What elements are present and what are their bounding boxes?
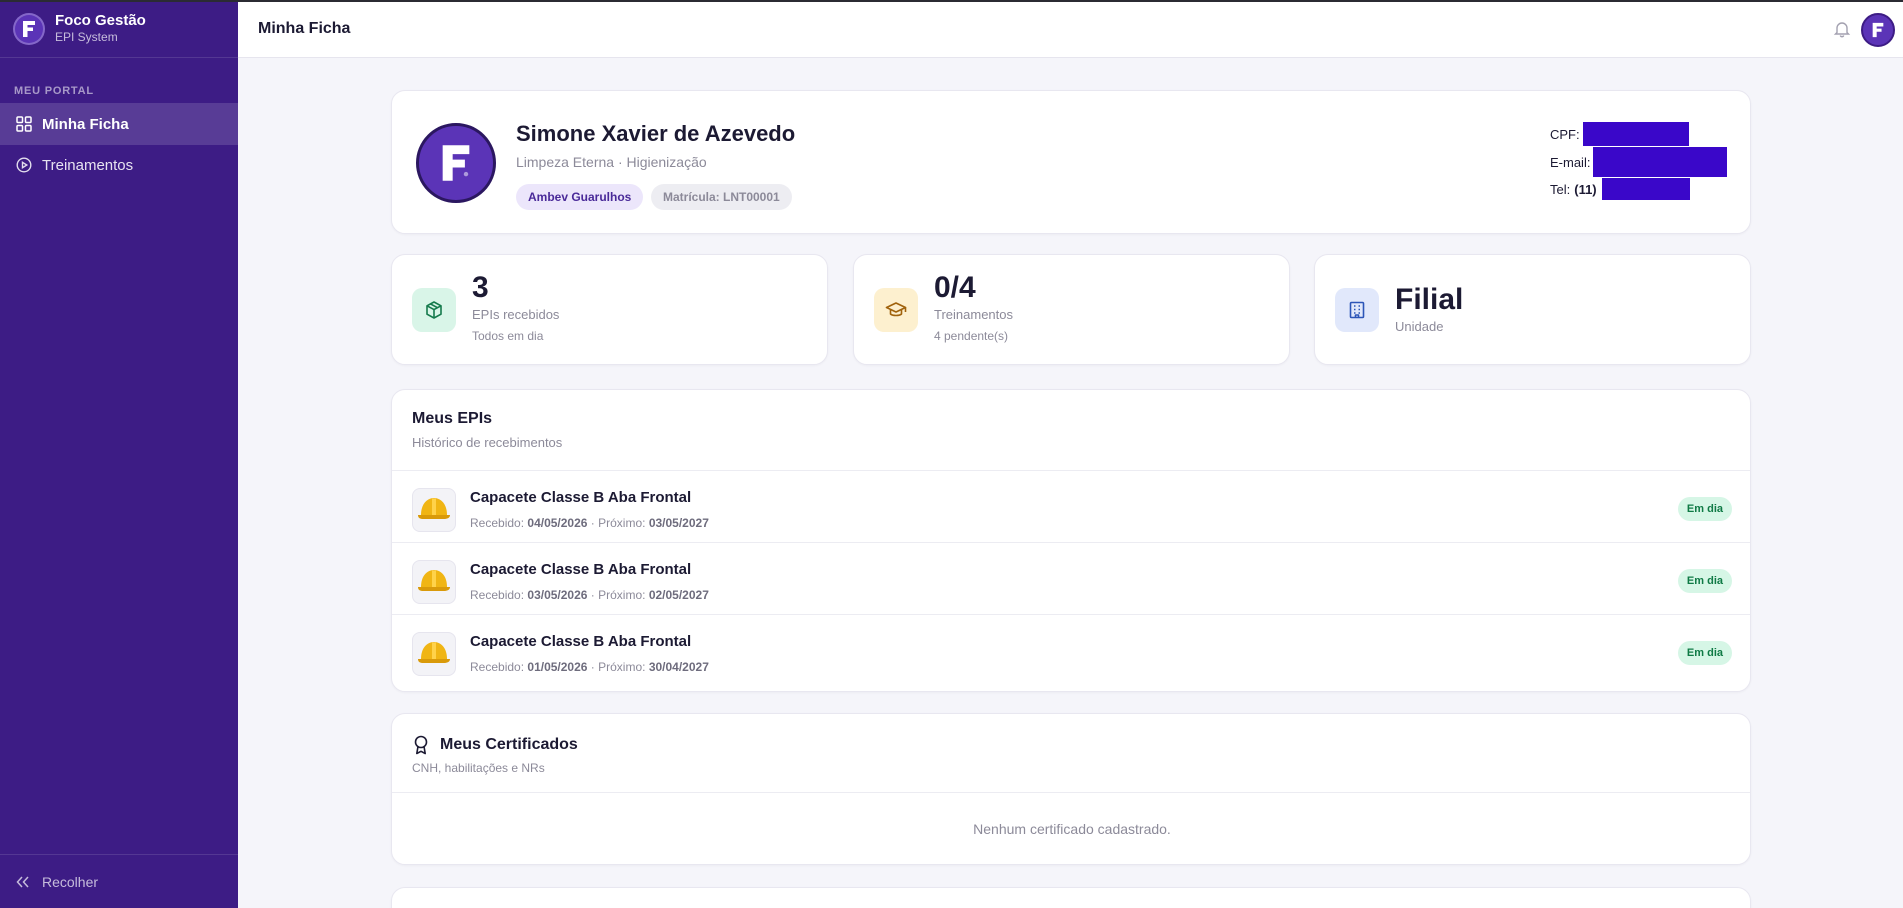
epis-card: Meus EPIs Histórico de recebimentos Capa… [391, 389, 1751, 692]
stat-card-unidade: Filial Unidade [1314, 254, 1751, 365]
stat-card-epis: 3 EPIs recebidos Todos em dia [391, 254, 828, 365]
redaction-box [1582, 122, 1689, 146]
box-icon [412, 288, 456, 332]
epi-name: Capacete Classe B Aba Frontal [470, 561, 692, 578]
brand[interactable]: Foco Gestão EPI System [0, 0, 238, 58]
tel-label: Tel: [1550, 181, 1571, 197]
sidebar: Foco Gestão EPI System MEU PORTAL Minha … [0, 0, 238, 908]
cpf-field: CPF: [1550, 122, 1689, 146]
next-section-card [391, 887, 1751, 908]
list-item[interactable]: Capacete Classe B Aba Frontal Recebido: … [392, 470, 1750, 542]
profile-name: Simone Xavier de Azevedo [516, 121, 796, 146]
stat-value: 3 [472, 271, 489, 304]
stat-value: 0/4 [934, 271, 976, 304]
section-title: Meus EPIs [412, 410, 493, 427]
epi-dates: Recebido: 04/05/2026 · Próximo: 03/05/20… [470, 516, 709, 530]
helmet-icon [412, 560, 456, 604]
collapse-label: Recolher [42, 873, 99, 890]
certificates-card: Meus Certificados CNH, habilitações e NR… [391, 713, 1751, 865]
list-item[interactable]: Capacete Classe B Aba Frontal Recebido: … [392, 542, 1750, 614]
sidebar-item-label: Treinamentos [42, 156, 134, 174]
section-subtitle: Histórico de recebimentos [412, 435, 563, 450]
sidebar-section-label: MEU PORTAL [14, 85, 94, 97]
sidebar-item-minha-ficha[interactable]: Minha Ficha [0, 103, 238, 145]
stat-label: Treinamentos [934, 307, 1013, 322]
epi-dates: Recebido: 01/05/2026 · Próximo: 30/04/20… [470, 660, 709, 674]
play-circle-icon [15, 157, 32, 174]
email-label: E-mail: [1550, 154, 1591, 170]
email-field: E-mail: [1550, 147, 1728, 177]
stat-label: Unidade [1395, 319, 1444, 334]
epi-dates: Recebido: 03/05/2026 · Próximo: 02/05/20… [470, 588, 709, 602]
stat-label: EPIs recebidos [472, 307, 560, 322]
divider [392, 792, 1750, 793]
chevrons-left-icon [16, 875, 30, 888]
building-icon [1335, 288, 1379, 332]
top-header: Minha Ficha [238, 0, 1903, 58]
phone-field: Tel: (11) [1550, 178, 1690, 200]
redaction-box [1593, 147, 1728, 177]
sidebar-item-label: Minha Ficha [42, 115, 129, 133]
collapse-sidebar-button[interactable]: Recolher [0, 854, 238, 908]
section-title: Meus Certificados [440, 736, 578, 753]
app-subtitle: EPI System [55, 30, 118, 45]
epi-name: Capacete Classe B Aba Frontal [470, 489, 692, 506]
matricula-chip: Matrícula: LNT00001 [651, 184, 792, 210]
list-item[interactable]: Capacete Classe B Aba Frontal Recebido: … [392, 614, 1750, 686]
profile-avatar [416, 123, 496, 203]
helmet-icon [412, 632, 456, 676]
tel-prefix: (11) [1574, 181, 1597, 197]
cpf-label: CPF: [1550, 126, 1580, 142]
helmet-icon [412, 488, 456, 532]
unit-chip: Ambev Guarulhos [516, 184, 644, 210]
stat-card-treinamentos: 0/4 Treinamentos 4 pendente(s) [853, 254, 1290, 365]
window-top-border [0, 0, 1903, 2]
page-title: Minha Ficha [258, 19, 351, 37]
profile-card: Simone Xavier de Azevedo Limpeza Eterna … [391, 90, 1751, 234]
logo-icon [13, 12, 45, 45]
sidebar-item-treinamentos[interactable]: Treinamentos [0, 144, 238, 186]
status-badge: Em dia [1677, 641, 1732, 665]
bell-icon[interactable] [1833, 20, 1851, 38]
stat-note: Todos em dia [472, 329, 544, 343]
grid-icon [15, 116, 32, 133]
award-icon [413, 735, 429, 760]
user-avatar[interactable] [1861, 13, 1895, 47]
status-badge: Em dia [1677, 497, 1732, 521]
profile-subtitle: Limpeza Eterna · Higienização [516, 154, 707, 170]
status-badge: Em dia [1677, 569, 1732, 593]
stat-note: 4 pendente(s) [934, 329, 1009, 343]
stat-value: Filial [1395, 283, 1464, 316]
empty-state-text: Nenhum certificado cadastrado. [973, 821, 1171, 837]
redaction-box [1601, 178, 1690, 200]
epi-name: Capacete Classe B Aba Frontal [470, 633, 692, 650]
app-title: Foco Gestão [55, 11, 146, 29]
section-subtitle: CNH, habilitações e NRs [412, 761, 545, 775]
graduation-cap-icon [874, 288, 918, 332]
